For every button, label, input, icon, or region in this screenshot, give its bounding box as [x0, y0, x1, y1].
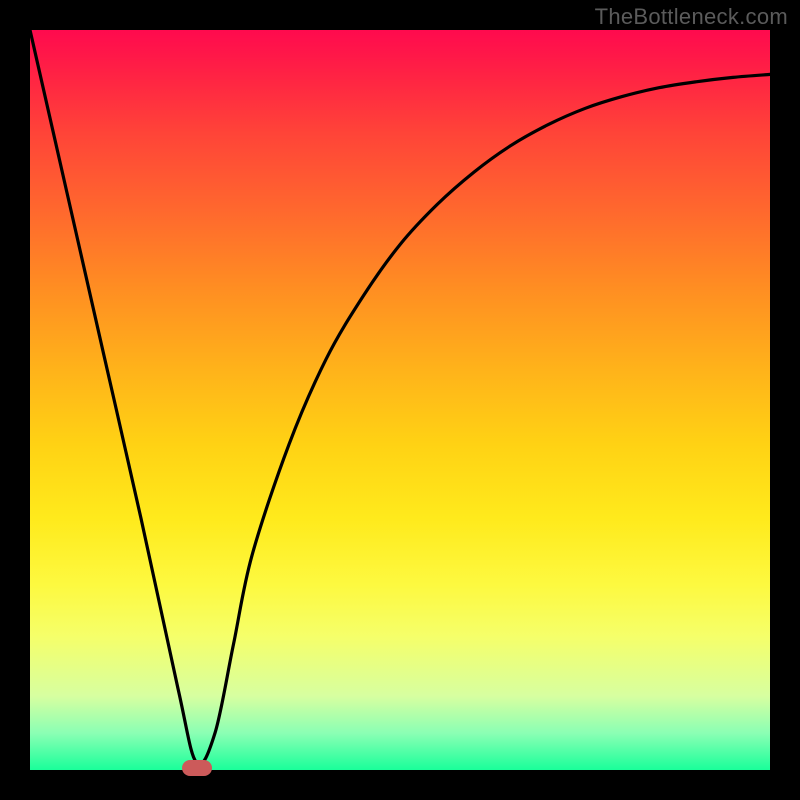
attribution-text: TheBottleneck.com: [595, 4, 788, 30]
plot-area: [30, 30, 770, 770]
minimum-marker: [182, 760, 212, 776]
chart-frame: TheBottleneck.com: [0, 0, 800, 800]
bottleneck-curve: [30, 30, 770, 770]
